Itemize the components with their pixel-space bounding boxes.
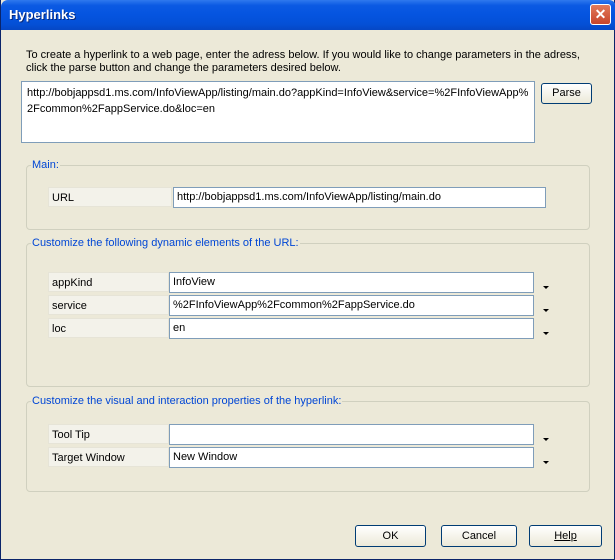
param-label-service: service	[48, 295, 169, 315]
tooltip-label: Tool Tip	[48, 424, 169, 444]
tooltip-field[interactable]	[169, 424, 534, 445]
target-window-label: Target Window	[48, 447, 169, 467]
url-field[interactable]: http://bobjappsd1.ms.com/InfoViewApp/lis…	[173, 187, 546, 208]
url-label: URL	[48, 187, 172, 207]
help-button[interactable]: Help	[529, 525, 602, 547]
param-label-loc: loc	[48, 318, 169, 338]
chevron-down-icon[interactable]	[543, 286, 549, 289]
visual-properties-group: Customize the visual and interaction pro…	[26, 395, 590, 492]
intro-text: To create a hyperlink to a web page, ent…	[26, 49, 580, 74]
dynamic-group-label: Customize the following dynamic elements…	[31, 237, 300, 249]
visual-group-label: Customize the visual and interaction pro…	[31, 395, 343, 407]
param-field-appkind[interactable]: InfoView	[169, 272, 534, 293]
url-input[interactable]: http://bobjappsd1.ms.com/InfoViewApp/lis…	[21, 81, 535, 143]
param-field-service[interactable]: %2FInfoViewApp%2Fcommon%2FappService.do	[169, 295, 534, 316]
chevron-down-icon[interactable]	[543, 461, 549, 464]
main-group-label: Main:	[31, 159, 60, 171]
dialog-title: Hyperlinks	[9, 7, 76, 22]
dynamic-elements-group: Customize the following dynamic elements…	[26, 237, 590, 387]
chevron-down-icon[interactable]	[543, 332, 549, 335]
target-window-field[interactable]: New Window	[169, 447, 534, 468]
hyperlinks-dialog: Hyperlinks ✕ To create a hyperlink to a …	[0, 0, 615, 560]
title-bar[interactable]: Hyperlinks ✕	[1, 0, 615, 30]
cancel-button[interactable]: Cancel	[441, 525, 517, 547]
close-icon[interactable]: ✕	[590, 4, 611, 25]
chevron-down-icon[interactable]	[543, 438, 549, 441]
parse-button[interactable]: Parse	[541, 83, 592, 104]
ok-button[interactable]: OK	[355, 525, 426, 547]
main-group: Main: URL http://bobjappsd1.ms.com/InfoV…	[26, 159, 590, 230]
chevron-down-icon[interactable]	[543, 309, 549, 312]
param-field-loc[interactable]: en	[169, 318, 534, 339]
param-label-appkind: appKind	[48, 272, 169, 292]
